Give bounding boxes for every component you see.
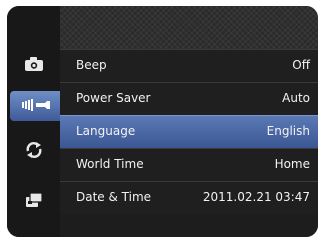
settings-panel: Beep Off Power Saver Auto Language Engli… — [60, 6, 318, 237]
row-label: Beep — [76, 58, 107, 72]
camera-lcd-screen: Beep Off Power Saver Auto Language Engli… — [7, 6, 318, 237]
menu-row-language[interactable]: Language English — [60, 115, 318, 148]
refresh-icon — [25, 142, 43, 162]
menu-row-beep[interactable]: Beep Off — [60, 49, 318, 82]
tab-rotate[interactable] — [15, 137, 52, 167]
menu-row-power-saver[interactable]: Power Saver Auto — [60, 82, 318, 115]
row-value: Off — [292, 58, 310, 72]
row-label: Language — [76, 124, 136, 138]
menu-row-world-time[interactable]: World Time Home — [60, 148, 318, 181]
row-value: Home — [274, 157, 310, 171]
tab-playback[interactable] — [15, 187, 52, 217]
camera-icon — [24, 56, 44, 75]
tab-setup[interactable] — [10, 91, 62, 121]
wrench-icon — [21, 97, 51, 116]
header-pattern — [60, 6, 318, 49]
sidebar — [7, 6, 62, 237]
playback-icon — [25, 192, 43, 212]
row-label: Date & Time — [76, 190, 152, 204]
row-value: English — [266, 124, 310, 138]
row-value: 2011.02.21 03:47 — [202, 190, 310, 204]
row-label: Power Saver — [76, 91, 151, 105]
menu-row-date-time[interactable]: Date & Time 2011.02.21 03:47 — [60, 181, 318, 214]
row-label: World Time — [76, 157, 144, 171]
tab-camera[interactable] — [15, 50, 52, 80]
row-value: Auto — [282, 91, 310, 105]
